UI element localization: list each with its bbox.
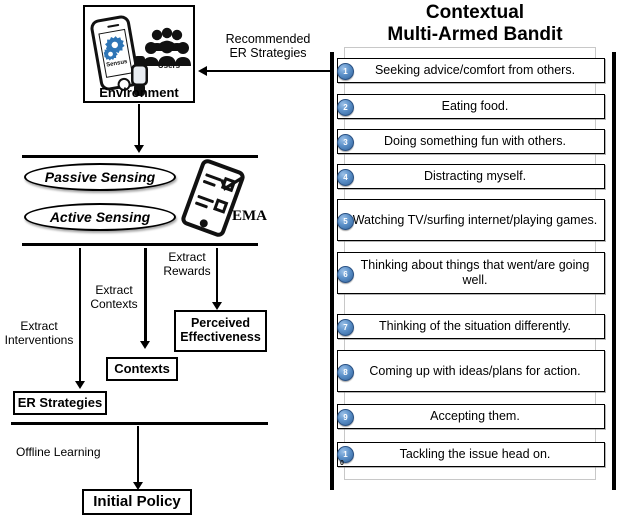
offline-to-policy-line <box>137 426 139 483</box>
perceived-effectiveness-line2: Effectiveness <box>180 330 261 344</box>
offline-learning-rule <box>11 422 268 425</box>
arm-item[interactable]: Thinking of the situation differently. <box>337 314 605 339</box>
arm-badge: 7 <box>337 319 354 336</box>
arm-label: Thinking about things that went/are goin… <box>360 258 590 287</box>
arm-badge: 4 <box>337 169 354 186</box>
initial-policy-box[interactable]: Initial Policy <box>82 489 192 515</box>
panel-title: Contextual Multi-Armed Bandit <box>330 2 620 46</box>
arm-item[interactable]: Thinking about things that went/are goin… <box>337 252 605 294</box>
ema-label: EMA <box>232 208 267 224</box>
arm-item[interactable]: Distracting myself. <box>337 164 605 189</box>
arm-item[interactable]: Coming up with ideas/plans for action. <box>337 350 605 392</box>
perceived-effectiveness-box[interactable]: Perceived Effectiveness <box>174 310 267 352</box>
extract-contexts-label: Extract Contexts <box>85 283 143 312</box>
arm-badge: 2 <box>337 99 354 116</box>
env-to-sensing-head <box>134 145 144 153</box>
arm-item[interactable]: Doing something fun with others. <box>337 129 605 154</box>
arm-badge-number: 7 <box>343 323 348 332</box>
passive-sensing-label: Passive Sensing <box>44 169 156 185</box>
sensing-band-bottom-rule <box>22 243 258 246</box>
arm-badge: 1 <box>337 63 354 80</box>
passive-sensing-node[interactable]: Passive Sensing <box>24 163 176 191</box>
panel-divider-right <box>612 52 616 490</box>
sensing-band-top-rule <box>22 155 258 158</box>
panel-title-line1: Contextual <box>425 2 525 23</box>
arm-badge-number: 5 <box>343 217 348 226</box>
diagram-canvas: Contextual Multi-Armed Bandit Seeking ad… <box>0 0 620 516</box>
arm-badge-number: 4 <box>343 173 348 182</box>
recommended-arrow-label-line2: ER Strategies <box>229 46 307 61</box>
extract-rewards-line2: Rewards <box>163 263 211 278</box>
initial-policy-label: Initial Policy <box>93 492 181 510</box>
arm-badge-number: 6 <box>343 270 348 279</box>
recommended-arrow-line <box>206 70 330 72</box>
ema-phone-icon <box>179 157 247 239</box>
extract-interventions-label: Extract Interventions <box>0 319 78 348</box>
arm-badge-number: 3 <box>343 138 348 147</box>
extract-rewards-line <box>216 248 218 303</box>
contexts-box[interactable]: Contexts <box>106 357 178 381</box>
arm-badge-number-sub: 0 <box>340 460 344 467</box>
arm-item[interactable]: Accepting them. <box>337 404 605 429</box>
arm-label: Accepting them. <box>430 409 520 423</box>
panel-title-line2: Multi-Armed Bandit <box>387 23 563 45</box>
extract-interventions-head <box>75 381 85 389</box>
active-sensing-label: Active Sensing <box>49 209 151 225</box>
arm-badge-number: 1 <box>343 67 348 76</box>
extract-rewards-head <box>212 302 222 310</box>
environment-box: Sensus Users Environment <box>83 5 195 103</box>
arm-item[interactable]: Seeking advice/comfort from others. <box>337 58 605 83</box>
gear-icon <box>103 36 125 61</box>
arm-badge: 6 <box>337 266 354 283</box>
arm-item[interactable]: Eating food. <box>337 94 605 119</box>
panel-divider-left <box>330 52 334 490</box>
extract-contexts-line2: Contexts <box>90 296 138 311</box>
arm-badge: 9 <box>337 409 354 426</box>
arm-item[interactable]: Tackling the issue head on. <box>337 442 605 467</box>
arm-label: Seeking advice/comfort from others. <box>374 63 576 77</box>
extract-contexts-line <box>144 248 147 342</box>
arm-item[interactable]: Watching TV/surfing internet/playing gam… <box>337 199 605 241</box>
arm-badge-number: 2 <box>343 103 348 112</box>
arm-badge-number: 9 <box>343 413 348 422</box>
arm-badge: 5 <box>337 213 354 230</box>
arm-label: Doing something fun with others. <box>383 134 567 148</box>
extract-rewards-label: Extract Rewards <box>158 250 216 279</box>
extract-interventions-line2: Interventions <box>4 332 74 347</box>
extract-interventions-line1: Extract <box>20 319 58 333</box>
arm-label: Eating food. <box>441 99 509 113</box>
users-label: Users <box>157 61 181 70</box>
offline-learning-label: Offline Learning <box>16 445 101 459</box>
arm-label: Watching TV/surfing internet/playing gam… <box>352 212 598 227</box>
active-sensing-node[interactable]: Active Sensing <box>24 203 176 231</box>
recommended-arrow-head <box>198 66 207 76</box>
arm-label: Tackling the issue head on. <box>399 447 551 461</box>
er-strategies-box[interactable]: ER Strategies <box>13 391 107 415</box>
arm-label: Distracting myself. <box>423 169 527 183</box>
recommended-arrow-label: Recommended ER Strategies <box>206 32 330 61</box>
er-strategies-box-label: ER Strategies <box>17 394 103 410</box>
env-to-sensing-line <box>138 104 140 146</box>
contexts-box-label: Contexts <box>114 360 170 376</box>
arm-label: Thinking of the situation differently. <box>378 319 571 333</box>
extract-interventions-line <box>79 248 81 382</box>
extract-rewards-line1: Extract <box>168 250 206 264</box>
recommended-arrow-label-line1: Recommended <box>225 32 311 46</box>
extract-contexts-line1: Extract <box>95 283 133 297</box>
perceived-effectiveness-line1: Perceived <box>190 316 251 331</box>
arm-badge-number: 8 <box>343 368 348 377</box>
arm-badge: 3 <box>337 134 354 151</box>
environment-label: Environment <box>99 85 179 100</box>
arm-badge-number: 1 <box>343 450 348 459</box>
arm-label: Coming up with ideas/plans for action. <box>369 363 581 378</box>
extract-contexts-head <box>140 341 150 349</box>
arm-badge: 8 <box>337 364 354 381</box>
